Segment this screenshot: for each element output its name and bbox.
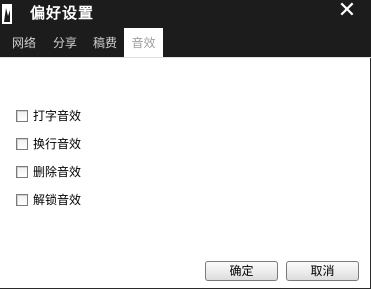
option-delete-sound[interactable]: 删除音效 (16, 164, 81, 180)
option-newline-sound[interactable]: 换行音效 (16, 136, 81, 152)
unlock-sound-checkbox[interactable] (16, 194, 28, 206)
window-title: 偏好设置 (30, 4, 95, 22)
delete-sound-checkbox[interactable] (16, 166, 28, 178)
app-logo-icon (0, 2, 22, 26)
typing-sound-checkbox[interactable] (16, 110, 28, 122)
option-typing-sound[interactable]: 打字音效 (16, 108, 81, 124)
tab-sound-effects[interactable]: 音效 (124, 28, 163, 57)
option-unlock-sound[interactable]: 解锁音效 (16, 192, 81, 208)
close-icon[interactable]: ✕ (335, 0, 359, 23)
tab-royalty[interactable]: 稿费 (86, 28, 124, 57)
ok-button[interactable]: 确定 (205, 261, 278, 281)
option-label: 删除音效 (33, 165, 82, 179)
tab-share[interactable]: 分享 (46, 28, 84, 57)
newline-sound-checkbox[interactable] (16, 138, 28, 150)
panel-divider (0, 57, 371, 58)
option-label: 打字音效 (33, 109, 82, 123)
preferences-dialog: 偏好设置 ✕ 网络 分享 稿费 音效 打字音效 换行音效 删除音效 解锁音效 确… (0, 0, 371, 289)
tab-network[interactable]: 网络 (4, 28, 44, 57)
option-label: 解锁音效 (33, 193, 82, 207)
option-label: 换行音效 (33, 137, 82, 151)
cancel-button[interactable]: 取消 (286, 261, 359, 281)
tab-bar: 网络 分享 稿费 音效 (0, 28, 371, 57)
title-bar[interactable]: 偏好设置 ✕ (0, 0, 371, 28)
